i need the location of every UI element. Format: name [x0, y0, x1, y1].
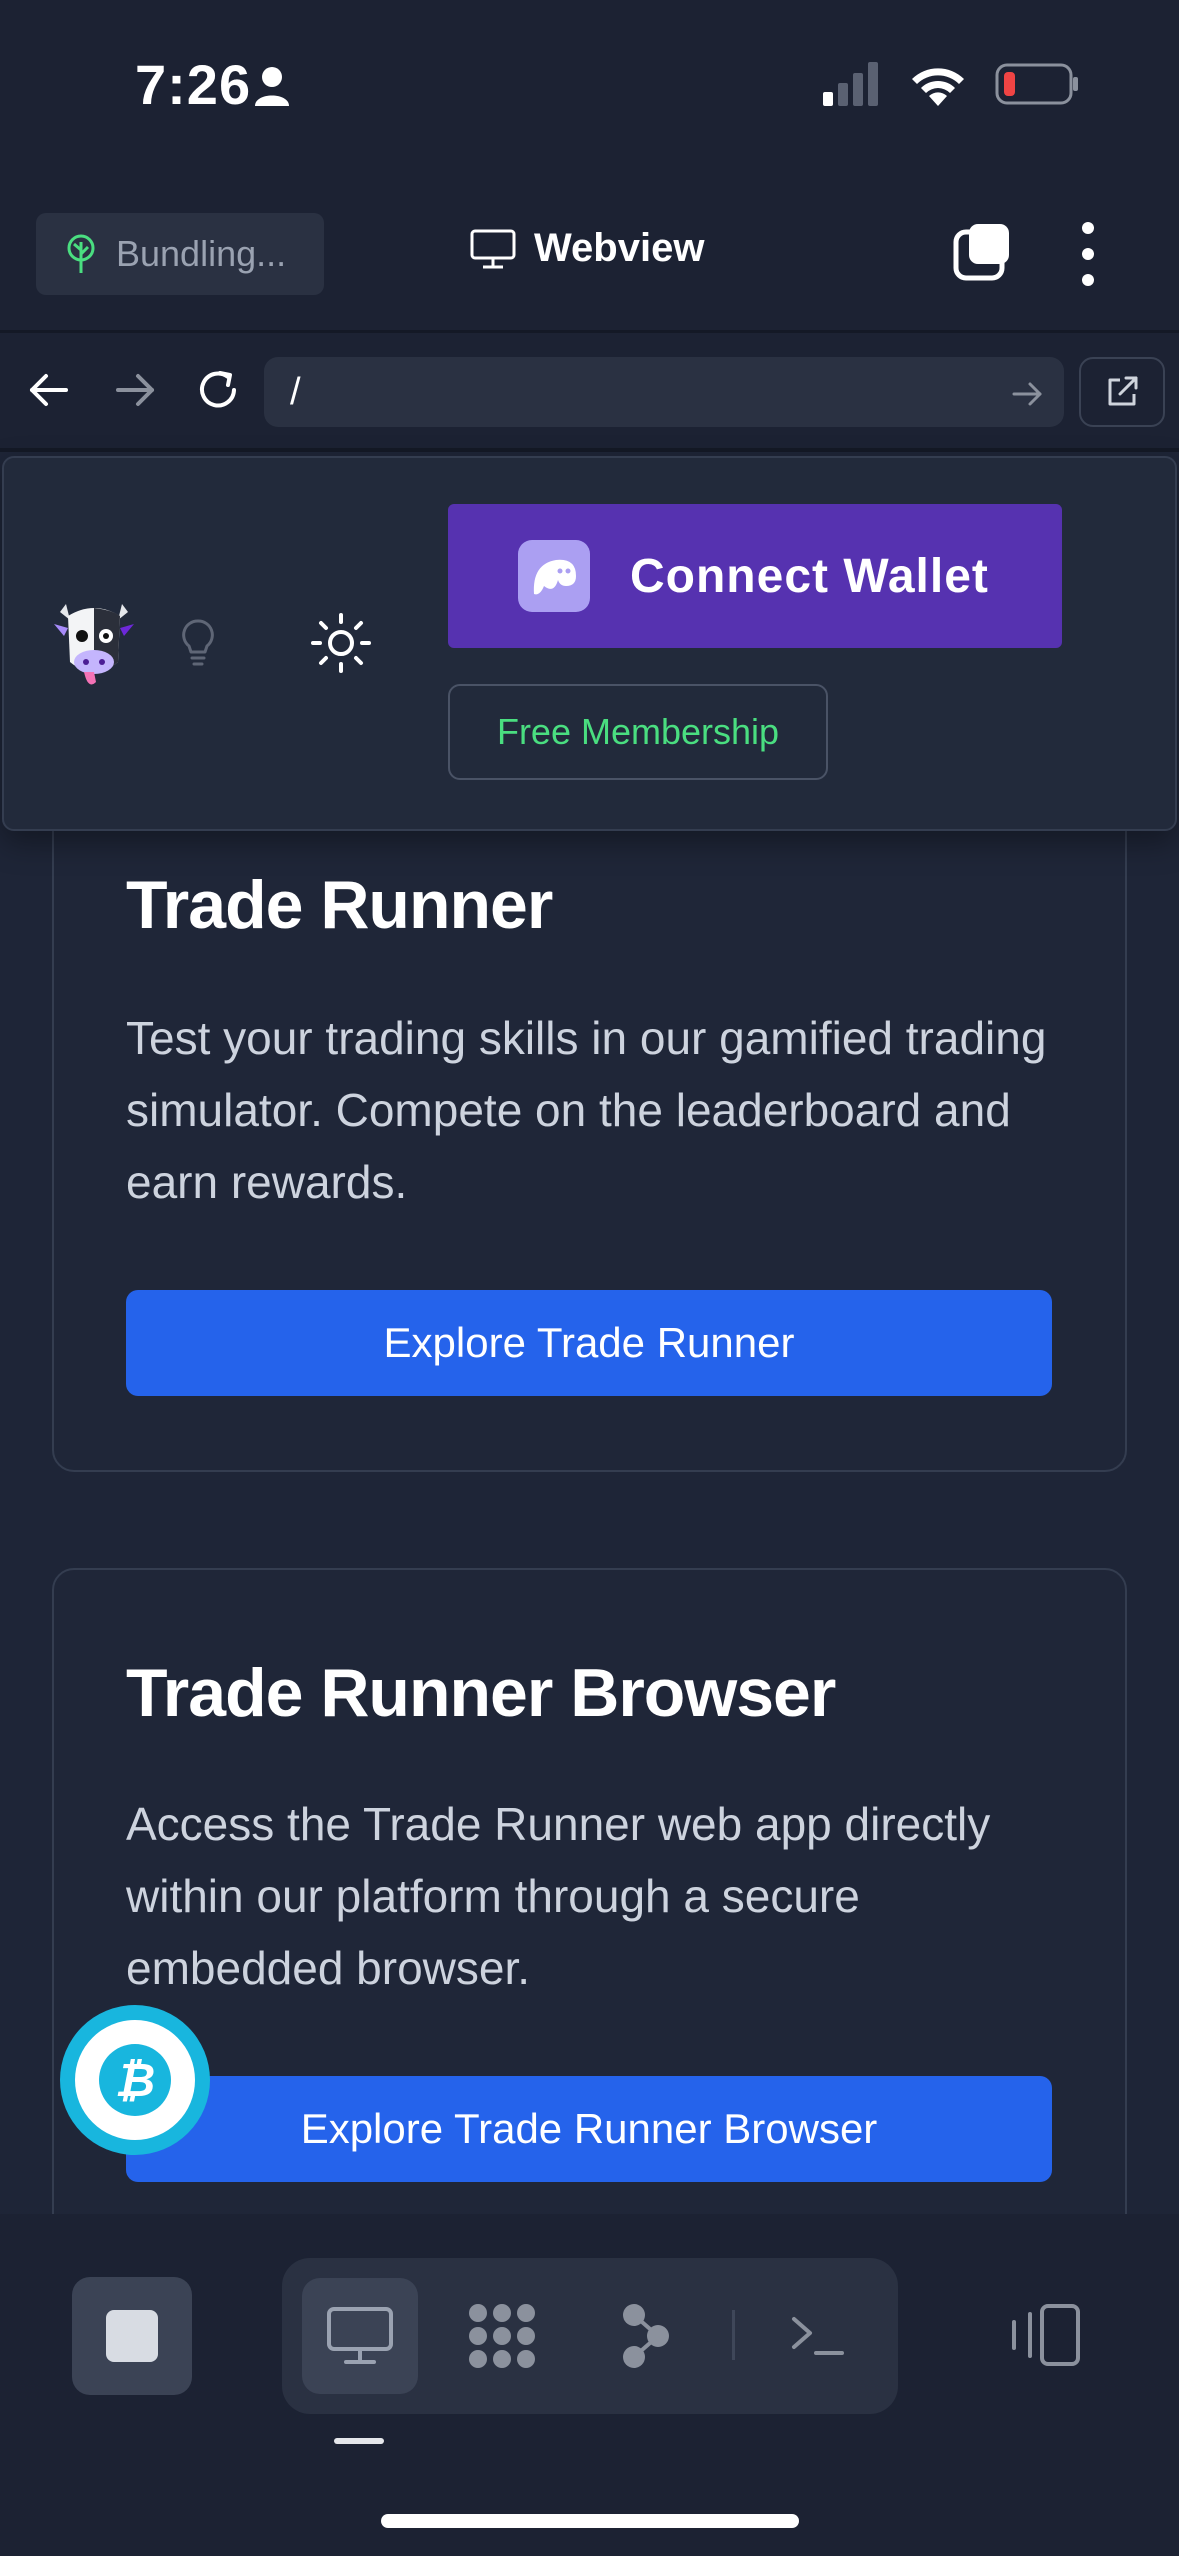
graph-tab[interactable] [588, 2278, 704, 2394]
terminal-tab[interactable] [760, 2278, 876, 2394]
person-icon [255, 67, 289, 106]
card-description: Access the Trade Runner web app directly… [126, 1798, 991, 1994]
webview-title: Webview [470, 226, 704, 271]
webview-title-label: Webview [534, 226, 705, 270]
bundling-label: Bundling... [116, 233, 287, 274]
bitcoin-icon: ₿ [99, 2044, 171, 2116]
stop-button[interactable] [72, 2277, 192, 2395]
cellular-signal-icon [823, 62, 878, 106]
arrow-left-icon[interactable] [20, 360, 80, 420]
phantom-ghost-icon [518, 540, 590, 612]
battery-low-icon [995, 63, 1078, 105]
active-tab-indicator [334, 2438, 384, 2444]
layout-icon[interactable] [1004, 2300, 1084, 2370]
monitor-icon [327, 2307, 393, 2364]
status-time: 7:26 [135, 53, 252, 116]
bundling-status[interactable]: Bundling... [36, 213, 324, 295]
open-external-button[interactable] [1079, 357, 1165, 427]
stop-icon [106, 2310, 158, 2362]
webview-tab[interactable] [302, 2278, 418, 2394]
toolbar-divider [0, 330, 1179, 333]
modules-icon [469, 2304, 535, 2368]
free-membership-button[interactable]: Free Membership [448, 684, 828, 780]
graph-icon [623, 2304, 669, 2368]
terminal-icon [792, 2317, 844, 2355]
bitcoin-fab[interactable]: ₿ [60, 2005, 210, 2155]
home-indicator[interactable] [381, 2514, 799, 2528]
switcher-divider [732, 2310, 735, 2360]
url-value: / [290, 370, 301, 413]
card-description: Test your trading skills in our gamified… [126, 1012, 1047, 1208]
tabs-icon[interactable] [953, 222, 1013, 282]
explore-trade-runner-button[interactable]: Explore Trade Runner [126, 1290, 1052, 1396]
connect-wallet-label: Connect Wallet [630, 549, 989, 603]
tree-icon [67, 234, 95, 273]
cow-logo[interactable] [54, 590, 134, 694]
lightbulb-icon[interactable] [180, 618, 216, 668]
wifi-icon [912, 68, 964, 106]
go-arrow-icon[interactable] [1008, 374, 1048, 414]
modules-tab[interactable] [444, 2278, 560, 2394]
url-input[interactable]: / [264, 357, 1064, 427]
more-vertical-icon[interactable] [1070, 222, 1106, 286]
sun-icon[interactable] [310, 612, 372, 674]
connect-wallet-button[interactable]: Connect Wallet [448, 504, 1062, 648]
external-link-icon [1108, 376, 1138, 406]
card-title: Trade Runner Browser [126, 1655, 836, 1731]
arrow-right-icon[interactable] [104, 360, 164, 420]
monitor-icon [470, 229, 516, 268]
status-icons [823, 62, 1079, 106]
card-title: Trade Runner [126, 867, 553, 943]
explore-trade-runner-browser-button[interactable]: Explore Trade Runner Browser [126, 2076, 1052, 2182]
reload-icon[interactable] [188, 360, 248, 420]
